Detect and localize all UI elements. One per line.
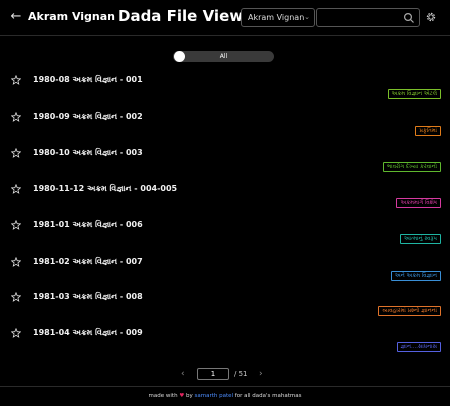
item-tag: આત્માનું સ્વરૂપ (399, 234, 441, 244)
item-title[interactable]: 1980-10 અક્રમ વિજ્ઞાન - 003 (33, 148, 143, 158)
item-title[interactable]: 1981-01 અક્રમ વિજ્ઞાન - 006 (33, 220, 143, 230)
chevron-right-icon[interactable]: › (259, 368, 263, 380)
search-box[interactable] (316, 8, 420, 27)
page-number-input[interactable] (197, 368, 229, 380)
item-tag: ભાવરોગ દેખ્યા કરવાનો (382, 162, 441, 172)
list-item[interactable]: 1981-04 અક્રમ વિજ્ઞાન - 009 જ્ઞાન....સાધન… (0, 328, 450, 364)
filter-label: All (219, 53, 228, 60)
item-tag: અને અક્રમ વિજ્ઞાન (390, 271, 441, 281)
back-button[interactable]: ← (9, 9, 23, 25)
gear-icon[interactable] (425, 11, 437, 23)
star-icon[interactable] (11, 148, 21, 158)
star-icon[interactable] (11, 112, 21, 122)
collection-select[interactable]: Akram Vignan ⌄ (241, 8, 315, 27)
list-item[interactable]: 1981-03 અક્રમ વિજ્ઞાન - 008 વ્યવહારમાં પ્… (0, 292, 450, 328)
list-item[interactable]: 1980-08 અક્રમ વિજ્ઞાન - 001 અક્રમ વિજ્ઞાન… (0, 75, 450, 111)
footer-by: by (186, 393, 193, 399)
filter-toggle[interactable]: All (173, 51, 274, 62)
star-icon[interactable] (11, 184, 21, 194)
item-title[interactable]: 1980-08 અક્રમ વિજ્ઞાન - 001 (33, 75, 143, 85)
chevron-left-icon[interactable]: ‹ (181, 368, 185, 380)
list-item[interactable]: 1980-10 અક્રમ વિજ્ઞાન - 003 ભાવરોગ દેખ્યા… (0, 148, 450, 184)
item-title[interactable]: 1980-09 અક્રમ વિજ્ઞાન - 002 (33, 112, 143, 122)
item-tag: વ્યવહારમાં પ્રશ્નો જ્ઞાનનાં (378, 306, 441, 316)
item-tag: પ્રકૃતિમાં (415, 126, 441, 136)
footer-suffix: for all dada's mahatmas (234, 393, 302, 399)
star-icon[interactable] (11, 75, 21, 85)
chevron-down-icon: ⌄ (304, 13, 310, 21)
page-title: Dada File Viewer (118, 7, 261, 25)
search-input[interactable] (319, 10, 403, 27)
star-icon[interactable] (11, 292, 21, 302)
item-tag: અક્રમ વિજ્ઞાન એટલે (387, 89, 441, 99)
item-title[interactable]: 1981-02 અક્રમ વિજ્ઞાન - 007 (33, 257, 143, 267)
pagination: ‹ / 51 › (0, 368, 450, 382)
page-total: / 51 (234, 370, 248, 378)
item-tag: અક્રમમાર્ગ વિશેષ (396, 198, 441, 208)
arrow-left-icon: ← (10, 9, 22, 24)
collection-select-value: Akram Vignan (248, 13, 305, 22)
list-item[interactable]: 1980-11-12 અક્રમ વિજ્ઞાન - 004-005 અક્રમમ… (0, 184, 450, 220)
app-name: Akram Vignan (28, 10, 116, 23)
list-item[interactable]: 1980-09 અક્રમ વિજ્ઞાન - 002 પ્રકૃતિમાં (0, 112, 450, 148)
item-title[interactable]: 1981-03 અક્રમ વિજ્ઞાન - 008 (33, 292, 143, 302)
star-icon[interactable] (11, 257, 21, 267)
footer: made with ♥ by samarth patel for all dad… (0, 386, 450, 406)
star-icon[interactable] (11, 328, 21, 338)
item-title[interactable]: 1980-11-12 અક્રમ વિજ્ઞાન - 004-005 (33, 184, 177, 194)
footer-prefix: made with (148, 393, 178, 399)
list-item[interactable]: 1981-02 અક્રમ વિજ્ઞાન - 007 અને અક્રમ વિજ… (0, 257, 450, 293)
author-link[interactable]: samarth patel (195, 393, 234, 399)
item-title[interactable]: 1981-04 અક્રમ વિજ્ઞાન - 009 (33, 328, 143, 338)
list-item[interactable]: 1981-01 અક્રમ વિજ્ઞાન - 006 આત્માનું સ્વર… (0, 220, 450, 256)
item-tag: જ્ઞાન....સાધનાસ (396, 342, 441, 352)
top-bar: ← Akram Vignan Dada File Viewer Akram Vi… (0, 0, 450, 36)
heart-icon: ♥ (179, 393, 185, 399)
search-icon[interactable] (403, 12, 415, 24)
star-icon[interactable] (11, 220, 21, 230)
